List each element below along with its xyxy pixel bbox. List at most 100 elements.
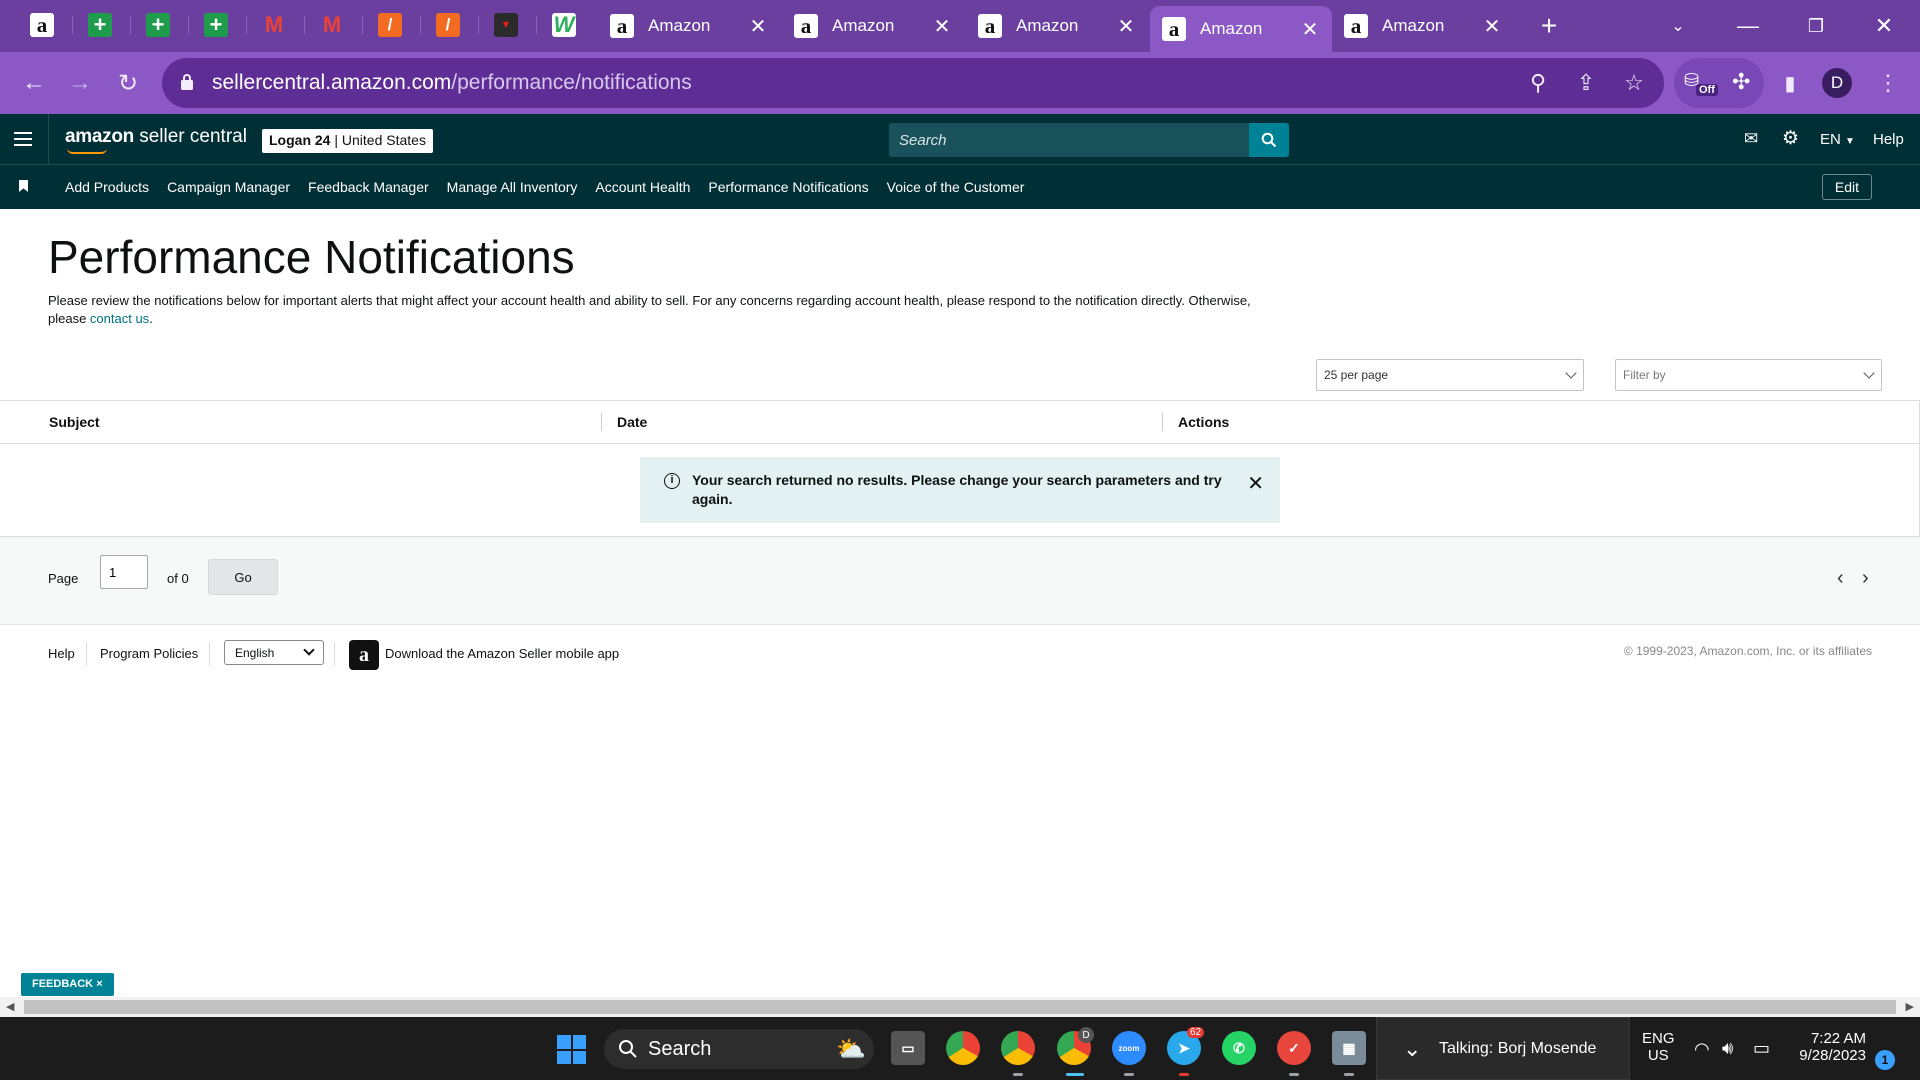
footer-help-link[interactable]: Help	[48, 646, 75, 661]
new-tab-button[interactable]: +	[1531, 10, 1567, 42]
copyright: © 1999-2023, Amazon.com, Inc. or its aff…	[1623, 644, 1872, 658]
gear-icon[interactable]: ⚙	[1782, 127, 1799, 150]
scroll-left-icon[interactable]: ◀	[6, 1000, 14, 1013]
share-icon[interactable]: ⇪	[1572, 70, 1600, 96]
seller-central-logo[interactable]: amazon seller central	[65, 126, 247, 154]
nav-item-voice-of-customer[interactable]: Voice of the Customer	[887, 179, 1025, 195]
puzzle-icon[interactable]: ✣	[1732, 69, 1750, 95]
help-link[interactable]: Help	[1873, 131, 1904, 148]
forward-button[interactable]: →	[62, 65, 98, 101]
pagination-bar: Page of 0 Go ‹ ›	[0, 537, 1920, 625]
close-icon[interactable]: ✕	[932, 14, 952, 39]
nav-item-campaign-manager[interactable]: Campaign Manager	[167, 179, 290, 195]
close-window-button[interactable]: ✕	[1866, 10, 1902, 42]
nav-item-manage-inventory[interactable]: Manage All Inventory	[447, 179, 578, 195]
taskbar-search[interactable]: Search ⛅	[604, 1029, 874, 1069]
amazon-seller-app-icon[interactable]: a	[349, 640, 379, 670]
browser-tab[interactable]: a Amazon ✕	[782, 6, 964, 46]
search-button[interactable]	[1249, 123, 1289, 157]
clock[interactable]: 7:22 AM 9/28/2023	[1792, 1030, 1866, 1064]
close-icon[interactable]: ✕	[1116, 14, 1136, 39]
close-icon[interactable]: ×	[96, 978, 102, 990]
pinned-tab-gmail[interactable]: M	[246, 6, 302, 44]
running-indicator	[1344, 1073, 1354, 1076]
tab-search-chevron-icon[interactable]: ⌄	[1660, 10, 1696, 42]
pinned-tab-sheets[interactable]: +	[188, 6, 244, 44]
pinned-tab-gmail[interactable]: M	[304, 6, 360, 44]
page-number-input[interactable]	[100, 555, 148, 589]
scrollbar-thumb[interactable]	[24, 1000, 1896, 1014]
go-button[interactable]: Go	[208, 559, 278, 595]
browser-tab-active[interactable]: a Amazon ✕	[1150, 6, 1332, 52]
address-bar[interactable]: sellercentral.amazon.com/performance/not…	[162, 58, 1664, 108]
close-icon[interactable]: ✕	[1300, 17, 1320, 42]
chrome-icon[interactable]	[1001, 1031, 1035, 1065]
language-indicator[interactable]: ENG US	[1642, 1030, 1675, 1064]
bookmark-star-icon[interactable]: ☆	[1620, 70, 1648, 96]
close-icon[interactable]: ✕	[1482, 14, 1502, 39]
browser-tab[interactable]: a Amazon ✕	[1332, 6, 1514, 46]
mail-icon[interactable]: ✉	[1744, 129, 1758, 149]
page-label: Page	[48, 571, 79, 586]
column-header-subject[interactable]: Subject	[49, 414, 100, 430]
chevron-down-icon[interactable]: ⌄	[1403, 1036, 1421, 1062]
wifi-icon[interactable]: ◠	[1694, 1039, 1710, 1060]
account-switcher[interactable]: Logan 24 | United States	[262, 129, 433, 153]
zoom-icon[interactable]: ⚲	[1524, 70, 1552, 96]
edit-nav-button[interactable]: Edit	[1821, 174, 1872, 200]
volume-icon[interactable]: 🔊︎	[1722, 1038, 1733, 1059]
hamburger-menu-icon[interactable]	[14, 132, 32, 146]
profile-avatar[interactable]: D	[1822, 68, 1852, 98]
pinned-tab-app[interactable]: /	[362, 6, 418, 44]
download-app-link[interactable]: Download the Amazon Seller mobile app	[385, 646, 619, 661]
nav-item-add-products[interactable]: Add Products	[65, 179, 149, 195]
zoom-icon[interactable]: zoom	[1112, 1031, 1146, 1065]
previous-page-icon[interactable]: ‹	[1837, 567, 1844, 590]
close-icon[interactable]: ✕	[748, 14, 768, 39]
checkmark-app-icon[interactable]: ✓	[1277, 1031, 1311, 1065]
restore-button[interactable]: ❐	[1798, 10, 1834, 42]
column-header-date[interactable]: Date	[617, 414, 647, 430]
reload-button[interactable]: ↻	[110, 65, 146, 101]
language-selector[interactable]: EN ▼	[1820, 131, 1855, 148]
seller-search-box[interactable]	[889, 123, 1249, 157]
scroll-right-icon[interactable]: ▶	[1906, 1000, 1914, 1013]
gmail-icon: M	[264, 12, 284, 37]
contact-us-link[interactable]: contact us	[90, 311, 149, 326]
amazon-smile-icon	[67, 148, 107, 154]
minimize-button[interactable]: —	[1730, 10, 1766, 42]
per-page-select[interactable]: 25 per page	[1316, 359, 1584, 391]
back-button[interactable]: ←	[16, 65, 52, 101]
nav-item-account-health[interactable]: Account Health	[595, 179, 690, 195]
filter-select[interactable]: Filter by	[1615, 359, 1882, 391]
pinned-tab-app[interactable]: /	[420, 6, 476, 44]
windows-start-icon[interactable]	[557, 1035, 586, 1064]
whatsapp-icon[interactable]: ✆	[1222, 1031, 1256, 1065]
side-panel-icon[interactable]: ▮	[1772, 65, 1808, 101]
horizontal-scrollbar[interactable]: ◀ ▶	[0, 997, 1920, 1017]
menu-kebab-icon[interactable]: ⋮	[1870, 65, 1906, 101]
chrome-icon[interactable]	[946, 1031, 980, 1065]
browser-tab[interactable]: a Amazon ✕	[966, 6, 1148, 46]
call-status-widget[interactable]: ⌄ Talking: Borj Mosende	[1376, 1017, 1630, 1080]
task-view-icon[interactable]: ▭	[891, 1031, 925, 1065]
calculator-icon[interactable]: ▦	[1332, 1031, 1366, 1065]
nav-item-feedback-manager[interactable]: Feedback Manager	[308, 179, 429, 195]
pinned-tab-sheets[interactable]: +	[130, 6, 186, 44]
browser-tab[interactable]: a Amazon ✕	[598, 6, 780, 46]
pinned-tab-app[interactable]: W	[536, 6, 592, 44]
pinned-tab-sheets[interactable]: +	[72, 6, 128, 44]
battery-icon[interactable]: ▭	[1753, 1038, 1770, 1059]
next-page-icon[interactable]: ›	[1862, 567, 1869, 590]
pinned-tab-app[interactable]: ▼	[478, 6, 534, 44]
footer-language-select[interactable]: English	[224, 640, 324, 665]
notification-badge[interactable]: 1	[1875, 1050, 1895, 1070]
program-policies-link[interactable]: Program Policies	[100, 646, 198, 661]
pinned-tab-amazon[interactable]: a	[14, 6, 70, 44]
close-icon[interactable]: ✕	[1247, 471, 1264, 496]
search-input[interactable]	[889, 123, 1249, 157]
nav-item-performance-notifications[interactable]: Performance Notifications	[708, 179, 868, 195]
bookmark-icon[interactable]	[19, 180, 28, 192]
amazon-icon: a	[30, 13, 54, 37]
feedback-button[interactable]: FEEDBACK ×	[21, 973, 114, 996]
